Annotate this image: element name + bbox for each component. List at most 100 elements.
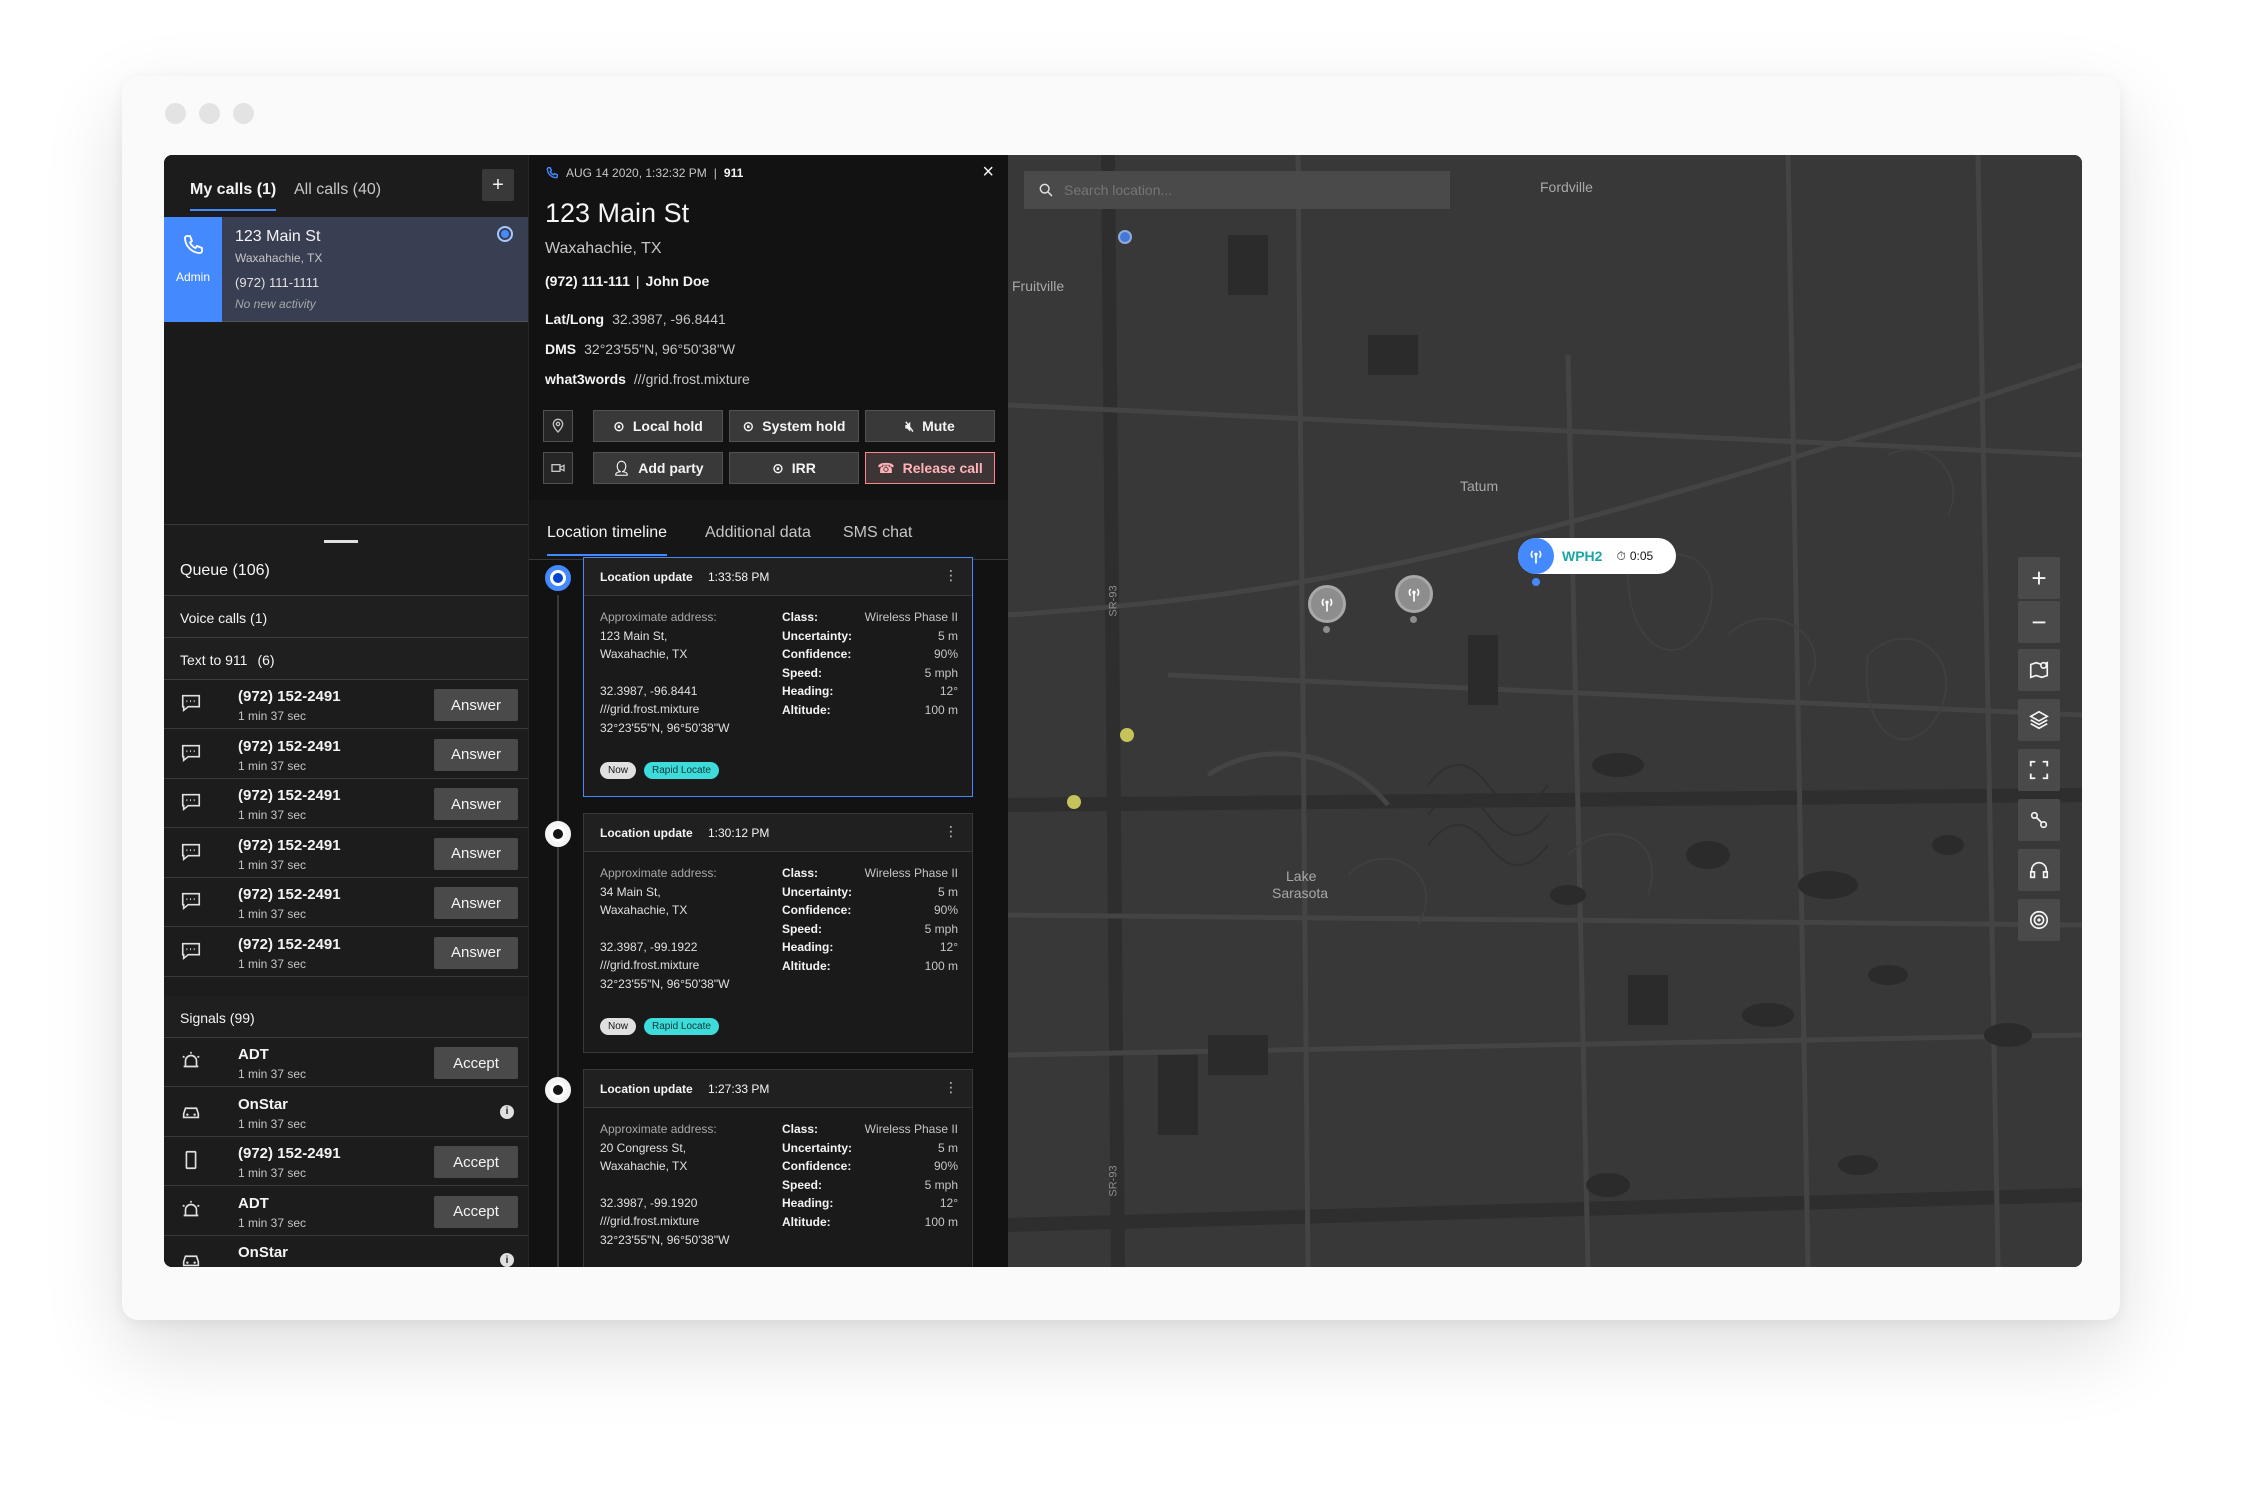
mute-button[interactable]: 🔇︎ Mute — [865, 410, 995, 442]
panel-resize-handle[interactable] — [324, 540, 358, 543]
wait-time: 1 min 37 sec — [238, 956, 307, 971]
rapid-locate-tag: Rapid Locate — [644, 762, 719, 779]
search-input[interactable] — [1064, 182, 1424, 198]
timeline-node[interactable] — [545, 565, 571, 591]
target-button[interactable] — [2018, 899, 2060, 941]
answer-button[interactable]: Answer — [434, 837, 518, 870]
map-pin-icon — [2029, 661, 2049, 679]
caller-location-badge[interactable]: WPH2 ⏱︎ 0:05 — [1518, 538, 1676, 574]
close-icon[interactable]: × — [982, 161, 994, 184]
map-view-button[interactable] — [2018, 649, 2060, 691]
hang-up-icon: ☎︎ — [877, 459, 895, 476]
irr-button[interactable]: ⊙ IRR — [729, 452, 859, 484]
dispatch-app: My calls (1) All calls (40) + Admin 123 … — [164, 155, 2082, 1267]
location-update-card[interactable]: Location update 1:33:58 PM ⋮ Approximate ad… — [583, 557, 973, 797]
caller-info: (972) 111-111 | John Doe — [545, 273, 710, 289]
call-address: 123 Main St — [235, 228, 321, 245]
info-icon[interactable]: i — [500, 1253, 514, 1267]
dms-row: DMS 32°23'55"N, 96°50'38"W — [545, 341, 736, 357]
search-bar[interactable] — [1024, 171, 1450, 209]
altitude-row: Altitude: 100 m — [782, 958, 958, 973]
accept-button[interactable]: Accept — [434, 1047, 518, 1079]
window-close-dot[interactable] — [165, 103, 186, 124]
map-view[interactable]: Fordville Fruitville Tatum Lake Sarasota… — [1008, 155, 2082, 1267]
map-label-tatum: Tatum — [1460, 478, 1499, 494]
map-marker-blue[interactable] — [1118, 230, 1132, 244]
accept-button[interactable]: Accept — [434, 1195, 518, 1228]
signal-row[interactable]: OnStar 1 min 37 sec i — [164, 1236, 528, 1267]
signal-row[interactable]: (972) 152-2491 1 min 37 sec Accept — [164, 1137, 528, 1186]
tab-additional-data[interactable]: Additional data — [705, 524, 811, 542]
speed-row: Speed: 5 mph — [782, 921, 958, 936]
card-header: Location update 1:33:58 PM ⋮ — [584, 558, 972, 596]
window-zoom-dot[interactable] — [233, 103, 254, 124]
meta-separator: | — [713, 166, 717, 180]
map-marker-yellow[interactable] — [1120, 728, 1134, 742]
locate-button[interactable] — [543, 410, 573, 442]
info-icon[interactable]: i — [500, 1104, 514, 1119]
signal-row[interactable]: ADT 1 min 37 sec Accept — [164, 1038, 528, 1087]
voice-calls-section[interactable]: Voice calls (1) — [164, 596, 528, 638]
text-queue-row[interactable]: (972) 152-2491 1 min 37 sec Answer — [164, 680, 528, 729]
location-update-card[interactable]: Location update 1:30:12 PM ⋮ Approximate ad… — [583, 813, 973, 1053]
tab-sms-chat[interactable]: SMS chat — [843, 524, 912, 542]
signal-row[interactable]: OnStar 1 min 37 sec i — [164, 1087, 528, 1137]
speed-row: Speed: 5 mph — [782, 1177, 958, 1192]
signal-row[interactable]: ADT 1 min 37 sec Accept — [164, 1186, 528, 1236]
layers-button[interactable] — [2018, 699, 2060, 741]
tab-all-calls[interactable]: All calls (40) — [294, 181, 381, 209]
zoom-in-button[interactable]: + — [2018, 557, 2060, 599]
answer-button[interactable]: Answer — [434, 936, 518, 969]
tower-marker[interactable] — [1395, 575, 1433, 613]
accept-button[interactable]: Accept — [434, 1146, 518, 1178]
call-status-radio[interactable] — [497, 226, 513, 242]
map-marker-yellow[interactable] — [1067, 795, 1081, 809]
text-queue-row[interactable]: (972) 152-2491 1 min 37 sec Answer — [164, 878, 528, 927]
class-row: Class: Wireless Phase II — [782, 1122, 958, 1136]
add-call-button[interactable]: + — [482, 169, 514, 201]
release-call-button[interactable]: ☎︎ Release call — [865, 452, 995, 484]
heading-row: Heading: 12° — [782, 1196, 958, 1210]
overflow-menu-icon[interactable]: ⋮ — [944, 823, 958, 840]
signal-source: (972) 152-2491 — [238, 1145, 341, 1162]
headset-button[interactable] — [2018, 849, 2060, 891]
queue-title: Queue (106) — [180, 562, 270, 579]
window-minimize-dot[interactable] — [199, 103, 220, 124]
video-button[interactable] — [543, 452, 573, 484]
zoom-out-button[interactable]: − — [2018, 601, 2060, 643]
caller-number: (972) 152-2491 — [238, 787, 341, 804]
overflow-menu-icon[interactable]: ⋮ — [944, 567, 958, 584]
tab-my-calls[interactable]: My calls (1) — [190, 181, 277, 211]
wait-time: 1 min 37 sec — [238, 907, 307, 921]
alarm-icon — [180, 1199, 202, 1221]
tab-location-timeline[interactable]: Location timeline — [547, 524, 668, 556]
text-queue-row[interactable]: (972) 152-2491 1 min 37 sec Answer — [164, 828, 528, 878]
answer-button[interactable]: Answer — [434, 788, 518, 820]
route-button[interactable] — [2018, 799, 2060, 841]
video-icon — [551, 464, 565, 472]
system-hold-button[interactable]: ⊙ System hold — [729, 410, 859, 442]
overflow-menu-icon[interactable]: ⋮ — [944, 1079, 958, 1096]
text-queue-row[interactable]: (972) 152-2491 1 min 37 sec Answer — [164, 729, 528, 779]
tower-marker[interactable] — [1308, 585, 1346, 623]
timeline-node[interactable] — [545, 1077, 571, 1103]
add-party-button[interactable]: 👤︎ Add party — [593, 452, 723, 484]
answer-button[interactable]: Answer — [434, 689, 518, 721]
active-call-card[interactable]: Admin 123 Main St Waxahachie, TX (972) 1… — [164, 217, 528, 322]
text-to-911-section[interactable]: Text to 911 (6) — [164, 638, 528, 680]
detail-city: Waxahachie, TX — [545, 240, 662, 257]
hold-icon: ⊙ — [742, 417, 755, 434]
speed-row: Speed: 5 mph — [782, 665, 958, 680]
fullscreen-button[interactable] — [2018, 749, 2060, 791]
route-icon — [2030, 811, 2048, 829]
local-hold-button[interactable]: ⊙ Local hold — [593, 410, 723, 442]
text-queue-row[interactable]: (972) 152-2491 1 min 37 sec Answer — [164, 779, 528, 828]
answer-button[interactable]: Answer — [434, 738, 518, 771]
answer-button[interactable]: Answer — [434, 887, 518, 919]
timeline-node[interactable] — [545, 821, 571, 847]
text-queue-row[interactable]: (972) 152-2491 1 min 37 sec Answer — [164, 927, 528, 977]
signals-section[interactable]: Signals (99) — [164, 996, 528, 1038]
class-row: Class: Wireless Phase II — [782, 610, 958, 624]
search-icon — [1039, 183, 1053, 197]
location-update-card[interactable]: Location update 1:27:33 PM ⋮ Approximate ad… — [583, 1069, 973, 1267]
